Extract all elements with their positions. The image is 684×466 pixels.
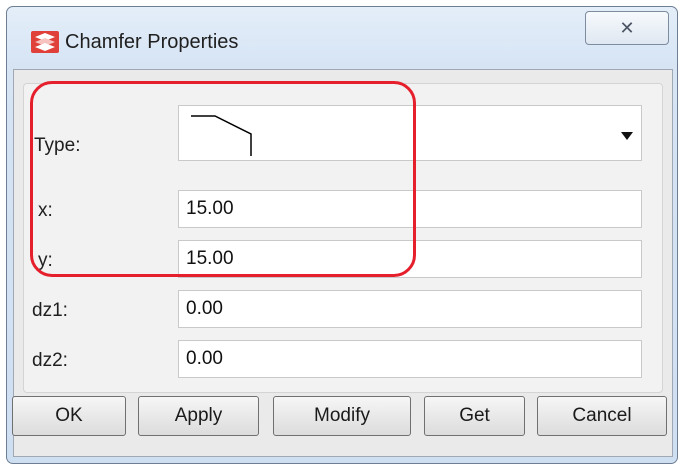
x-label: x:: [38, 200, 53, 221]
close-icon: ✕: [619, 18, 635, 38]
dz2-field[interactable]: 0.00: [178, 340, 642, 378]
dz1-label: dz1:: [32, 300, 68, 321]
window-title: Chamfer Properties: [65, 31, 239, 53]
dz1-field[interactable]: 0.00: [178, 290, 642, 328]
y-label: y:: [38, 250, 53, 271]
chamfer-profile-icon: [191, 115, 252, 156]
app-icon: [31, 31, 59, 53]
y-field[interactable]: 15.00: [178, 240, 642, 278]
cancel-button[interactable]: Cancel: [537, 396, 667, 436]
close-button[interactable]: ✕: [585, 11, 669, 45]
dz2-label: dz2:: [32, 350, 68, 371]
ok-button[interactable]: OK: [12, 396, 126, 436]
x-field[interactable]: 15.00: [178, 190, 642, 228]
properties-group: Type: x: 15.00 y: 15.00 dz1: 0.00 dz2: 0…: [23, 83, 663, 393]
get-button[interactable]: Get: [424, 396, 525, 436]
title-bar[interactable]: Chamfer Properties ✕: [7, 7, 677, 75]
chevron-down-icon: [621, 132, 633, 140]
modify-button[interactable]: Modify: [273, 396, 411, 436]
type-label: Type:: [34, 135, 81, 156]
apply-button[interactable]: Apply: [138, 396, 259, 436]
type-dropdown[interactable]: [178, 105, 642, 161]
